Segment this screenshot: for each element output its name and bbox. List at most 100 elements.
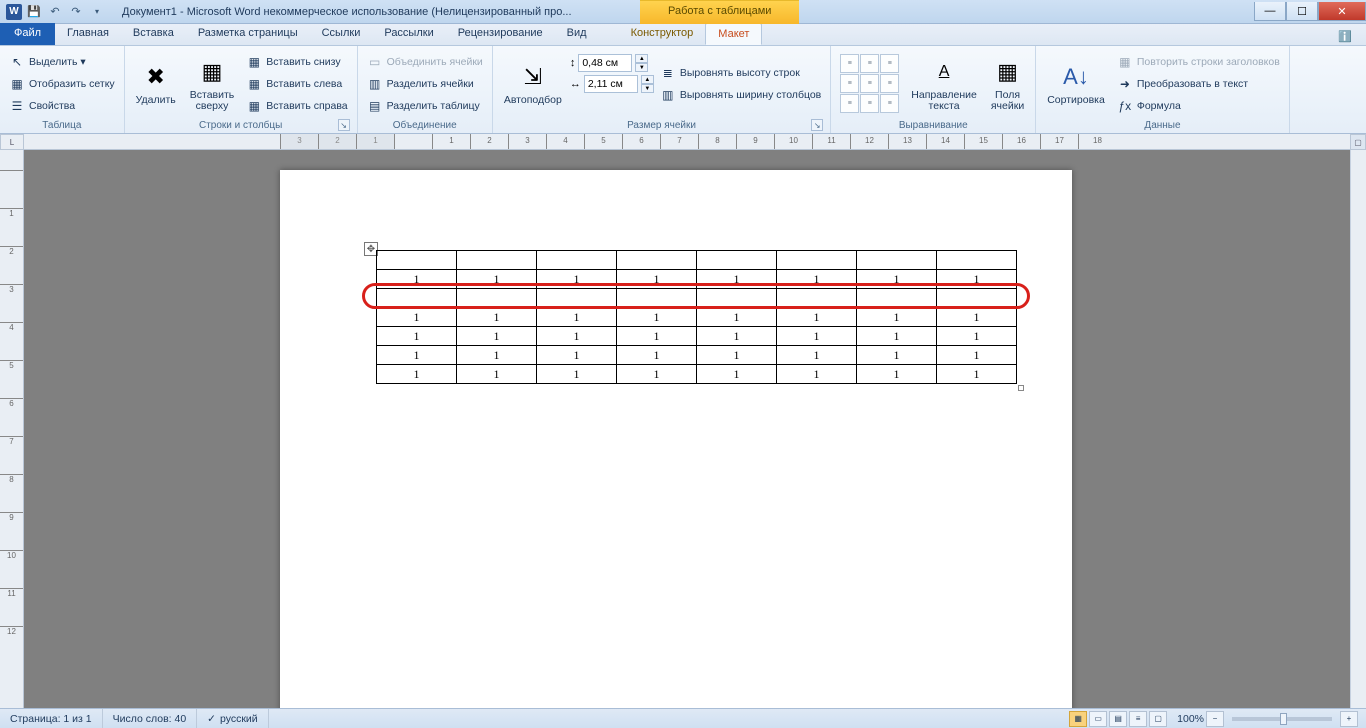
- align-tr[interactable]: ≡: [880, 54, 899, 73]
- insert-above-button[interactable]: ▦Вставить сверху: [184, 48, 241, 119]
- table-row[interactable]: 11111111: [377, 365, 1017, 384]
- distribute-rows-button[interactable]: ≣Выровнять высоту строк: [656, 62, 825, 83]
- table-cell[interactable]: 1: [377, 270, 457, 289]
- table-cell[interactable]: 1: [697, 365, 777, 384]
- text-direction-button[interactable]: AНаправление текста: [905, 48, 983, 119]
- table-cell[interactable]: 1: [617, 308, 697, 327]
- view-web[interactable]: ▤: [1109, 711, 1127, 727]
- table-cell[interactable]: [377, 289, 457, 308]
- zoom-in[interactable]: +: [1340, 711, 1358, 727]
- table-cell[interactable]: 1: [937, 308, 1017, 327]
- table-cell[interactable]: 1: [537, 327, 617, 346]
- table-cell[interactable]: [617, 251, 697, 270]
- convert-text-button[interactable]: ➜Преобразовать в текст: [1113, 73, 1284, 94]
- distribute-cols-button[interactable]: ▥Выровнять ширину столбцов: [656, 84, 825, 105]
- table-cell[interactable]: 1: [937, 327, 1017, 346]
- zoom-slider[interactable]: [1232, 717, 1332, 721]
- formula-button[interactable]: ƒxФормула: [1113, 95, 1284, 116]
- minimize-button[interactable]: —: [1254, 2, 1286, 21]
- tab-view[interactable]: Вид: [555, 23, 599, 45]
- table-cell[interactable]: 1: [937, 270, 1017, 289]
- table-row[interactable]: 11111111: [377, 327, 1017, 346]
- split-cells-button[interactable]: ▥Разделить ячейки: [363, 73, 487, 94]
- ruler-toggle[interactable]: ▢: [1350, 134, 1366, 150]
- tab-table-design[interactable]: Конструктор: [619, 23, 706, 45]
- select-button[interactable]: ↖Выделить ▾: [5, 51, 119, 72]
- merge-cells-button[interactable]: ▭Объединить ячейки: [363, 51, 487, 72]
- save-icon[interactable]: 💾: [25, 3, 43, 21]
- align-bc[interactable]: ≡: [860, 94, 879, 113]
- table-cell[interactable]: [537, 289, 617, 308]
- zoom-level[interactable]: 100%: [1177, 713, 1204, 725]
- table-cell[interactable]: 1: [457, 365, 537, 384]
- align-tc[interactable]: ≡: [860, 54, 879, 73]
- table-cell[interactable]: 1: [617, 270, 697, 289]
- table-cell[interactable]: 1: [537, 346, 617, 365]
- tab-home[interactable]: Главная: [55, 23, 121, 45]
- view-full-screen[interactable]: ▭: [1089, 711, 1107, 727]
- properties-button[interactable]: ☰Свойства: [5, 95, 119, 116]
- table-cell[interactable]: [777, 251, 857, 270]
- insert-below-button[interactable]: ▦Вставить снизу: [242, 51, 351, 72]
- size-dialog-launcher[interactable]: ↘: [811, 119, 823, 131]
- insert-left-button[interactable]: ▦Вставить слева: [242, 73, 351, 94]
- table-cell[interactable]: 1: [697, 270, 777, 289]
- close-button[interactable]: ✕: [1318, 2, 1366, 21]
- table-cell[interactable]: 1: [937, 365, 1017, 384]
- table-cell[interactable]: [857, 251, 937, 270]
- word-icon[interactable]: W: [6, 4, 22, 20]
- table-cell[interactable]: 1: [617, 327, 697, 346]
- table-cell[interactable]: [617, 289, 697, 308]
- table-row[interactable]: [377, 251, 1017, 270]
- table-cell[interactable]: 1: [457, 308, 537, 327]
- table-cell[interactable]: [777, 289, 857, 308]
- vertical-scrollbar[interactable]: [1350, 134, 1366, 708]
- table-cell[interactable]: 1: [377, 308, 457, 327]
- view-print-layout[interactable]: ▦: [1069, 711, 1087, 727]
- align-mc[interactable]: ≡: [860, 74, 879, 93]
- maximize-button[interactable]: ☐: [1286, 2, 1318, 21]
- table-cell[interactable]: [697, 251, 777, 270]
- view-draft[interactable]: ▢: [1149, 711, 1167, 727]
- table-cell[interactable]: 1: [697, 346, 777, 365]
- table-cell[interactable]: 1: [377, 327, 457, 346]
- file-tab[interactable]: Файл: [0, 23, 55, 45]
- table-cell[interactable]: 1: [617, 365, 697, 384]
- tab-review[interactable]: Рецензирование: [446, 23, 555, 45]
- repeat-header-button[interactable]: ▦Повторить строки заголовков: [1113, 51, 1284, 72]
- table-cell[interactable]: 1: [457, 270, 537, 289]
- row-height-input[interactable]: [578, 54, 632, 72]
- align-mr[interactable]: ≡: [880, 74, 899, 93]
- table-cell[interactable]: [937, 251, 1017, 270]
- table-resize-handle[interactable]: [1018, 385, 1024, 391]
- table-row[interactable]: [377, 289, 1017, 308]
- tab-page-layout[interactable]: Разметка страницы: [186, 23, 310, 45]
- tab-insert[interactable]: Вставка: [121, 23, 186, 45]
- table-cell[interactable]: 1: [457, 327, 537, 346]
- table-row[interactable]: 11111111: [377, 308, 1017, 327]
- qat-customize-icon[interactable]: ▾: [88, 3, 106, 21]
- table-cell[interactable]: 1: [937, 346, 1017, 365]
- table-cell[interactable]: 1: [857, 365, 937, 384]
- view-gridlines-button[interactable]: ▦Отобразить сетку: [5, 73, 119, 94]
- align-ml[interactable]: ≡: [840, 74, 859, 93]
- tab-mailings[interactable]: Рассылки: [372, 23, 445, 45]
- height-spinner[interactable]: ▲▼: [635, 54, 648, 72]
- delete-button[interactable]: ✖Удалить: [130, 48, 182, 119]
- align-br[interactable]: ≡: [880, 94, 899, 113]
- status-page[interactable]: Страница: 1 из 1: [0, 709, 103, 728]
- table-cell[interactable]: 1: [857, 308, 937, 327]
- align-bl[interactable]: ≡: [840, 94, 859, 113]
- table-cell[interactable]: 1: [857, 327, 937, 346]
- table-cell[interactable]: [457, 289, 537, 308]
- redo-icon[interactable]: ↷: [67, 3, 85, 21]
- zoom-thumb[interactable]: [1280, 713, 1287, 725]
- table-cell[interactable]: [457, 251, 537, 270]
- table-cell[interactable]: [377, 251, 457, 270]
- table-cell[interactable]: 1: [537, 308, 617, 327]
- document-area[interactable]: ✥ 11111111111111111111111111111111111111…: [24, 150, 1350, 708]
- table-cell[interactable]: 1: [697, 308, 777, 327]
- undo-icon[interactable]: ↶: [46, 3, 64, 21]
- horizontal-ruler[interactable]: 321123456789101112131415161718: [24, 134, 1350, 150]
- insert-right-button[interactable]: ▦Вставить справа: [242, 95, 351, 116]
